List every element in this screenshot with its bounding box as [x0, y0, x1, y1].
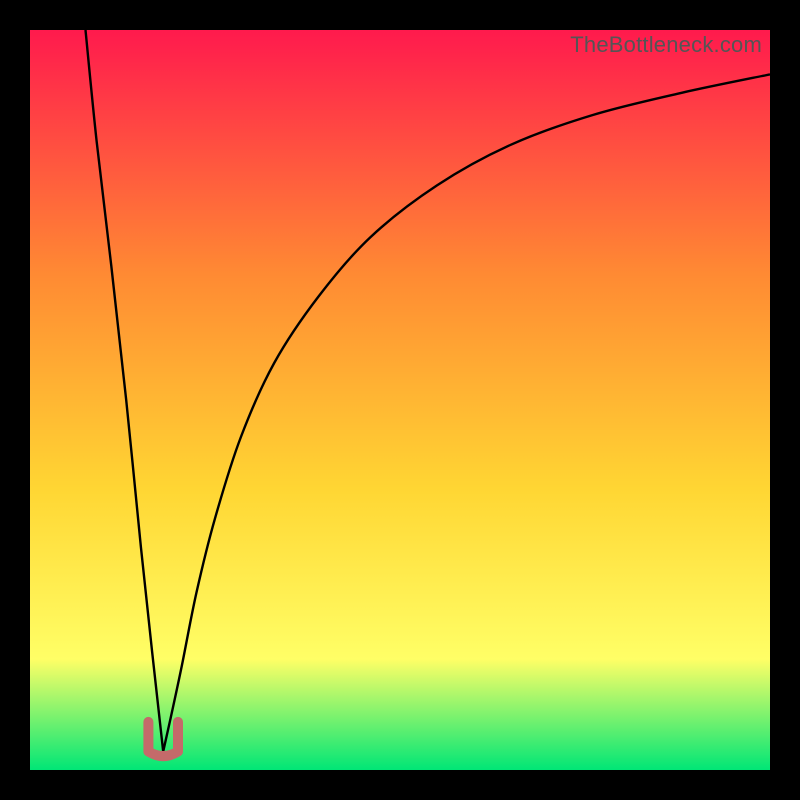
gradient-background — [30, 30, 770, 770]
chart-canvas — [30, 30, 770, 770]
plot-area: TheBottleneck.com — [30, 30, 770, 770]
watermark-text: TheBottleneck.com — [570, 32, 762, 58]
chart-frame: TheBottleneck.com — [0, 0, 800, 800]
